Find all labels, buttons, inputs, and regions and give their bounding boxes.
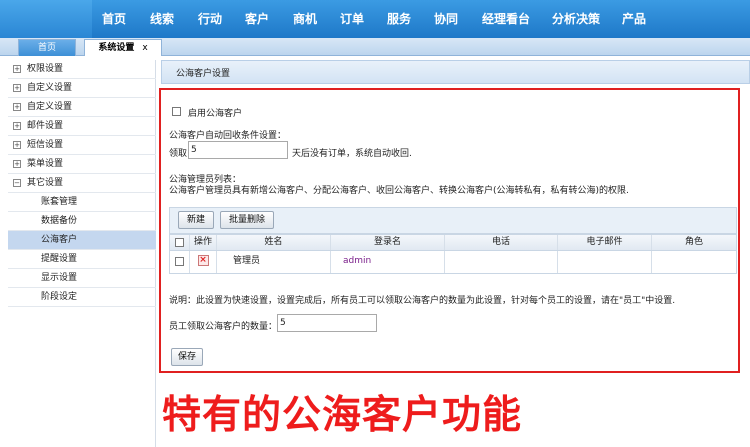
sidebar-subitem-label: 显示设置 <box>41 273 78 283</box>
expand-icon[interactable]: + <box>13 65 21 73</box>
quota-input[interactable]: 5 <box>277 314 377 332</box>
sidebar-item-custom-settings-1[interactable]: + 自定义设置 <box>8 79 156 98</box>
sidebar-item-label: 自定义设置 <box>27 102 73 112</box>
expand-icon[interactable]: + <box>13 141 21 149</box>
sidebar-item-sms-settings[interactable]: + 短信设置 <box>8 136 156 155</box>
sidebar-subitem-public-customers[interactable]: 公海客户 <box>8 231 156 250</box>
nav-item-service[interactable]: 服务 <box>387 0 411 38</box>
column-header-role[interactable]: 角色 <box>652 235 736 250</box>
nav-item-orders[interactable]: 订单 <box>340 0 364 38</box>
row-action-cell: × <box>190 251 217 273</box>
cell-phone <box>445 251 558 273</box>
batch-delete-button[interactable]: 批量删除 <box>220 211 274 229</box>
tab-close-icon[interactable]: x <box>142 43 147 53</box>
sidebar-item-label: 权限设置 <box>27 64 64 74</box>
admin-table: 操作 姓名 登录名 电话 电子邮件 角色 × 管理员 admin <box>169 234 737 274</box>
nav-item-actions[interactable]: 行动 <box>198 0 222 38</box>
sidebar-subitem-label: 提醒设置 <box>41 254 78 264</box>
sidebar-subitem-label: 阶段设定 <box>41 292 78 302</box>
cell-email <box>558 251 652 273</box>
sidebar-subitem-display[interactable]: 显示设置 <box>8 269 156 288</box>
column-header-phone[interactable]: 电话 <box>445 235 558 250</box>
feature-caption: 特有的公海客户功能 <box>162 393 523 438</box>
sidebar-subitem-stages[interactable]: 阶段设定 <box>8 288 156 307</box>
expand-icon[interactable]: + <box>13 84 21 92</box>
sidebar-item-label: 其它设置 <box>27 178 64 188</box>
sidebar-subitem-label: 账套管理 <box>41 197 78 207</box>
nav-item-opportunities[interactable]: 商机 <box>293 0 317 38</box>
sidebar-item-menu-settings[interactable]: + 菜单设置 <box>8 155 156 174</box>
nav-item-collaboration[interactable]: 协同 <box>434 0 458 38</box>
receive-label: 领取 <box>169 149 188 159</box>
sidebar: + 权限设置 + 自定义设置 + 自定义设置 + 邮件设置 + 短信设置 + 菜… <box>8 60 156 447</box>
quota-label: 员工领取公海客户的数量： <box>169 322 278 332</box>
save-button[interactable]: 保存 <box>171 348 203 366</box>
column-header-name[interactable]: 姓名 <box>217 235 331 250</box>
receive-days-input[interactable]: 5 <box>188 141 288 159</box>
top-navigation: 首页 线索 行动 客户 商机 订单 服务 协同 经理看台 分析决策 产品 <box>0 0 750 38</box>
tab-bar: 首页 系统设置 x <box>0 38 750 56</box>
nav-item-home[interactable]: 首页 <box>102 0 126 38</box>
sidebar-item-label: 菜单设置 <box>27 159 64 169</box>
tab-home[interactable]: 首页 <box>18 39 76 56</box>
column-header-email[interactable]: 电子邮件 <box>558 235 652 250</box>
select-all-cell <box>170 235 190 250</box>
row-select-cell <box>170 251 190 273</box>
row-checkbox[interactable] <box>175 257 184 266</box>
column-header-login[interactable]: 登录名 <box>331 235 445 250</box>
receive-days-suffix: 天后没有订单，系统自动收回. <box>292 149 412 159</box>
sidebar-subitem-reminders[interactable]: 提醒设置 <box>8 250 156 269</box>
nav-item-manager-dashboard[interactable]: 经理看台 <box>482 0 530 38</box>
table-header: 操作 姓名 登录名 电话 电子邮件 角色 <box>170 235 736 251</box>
grid-toolbar: 新建 批量删除 <box>169 207 737 234</box>
enable-public-customers-label: 启用公海客户 <box>188 109 243 119</box>
column-header-action: 操作 <box>190 235 217 250</box>
nav-item-products[interactable]: 产品 <box>622 0 646 38</box>
select-all-checkbox[interactable] <box>175 238 184 247</box>
sidebar-subitem-accounts[interactable]: 账套管理 <box>8 193 156 212</box>
sidebar-item-mail-settings[interactable]: + 邮件设置 <box>8 117 156 136</box>
expand-icon[interactable]: + <box>13 160 21 168</box>
delete-icon[interactable]: × <box>197 255 209 266</box>
sidebar-item-label: 短信设置 <box>27 140 64 150</box>
logo-area <box>0 0 92 38</box>
tab-system-settings-label: 系统设置 <box>98 43 135 53</box>
new-button[interactable]: 新建 <box>178 211 214 229</box>
cell-name: 管理员 <box>217 251 331 273</box>
expand-icon[interactable]: + <box>13 122 21 130</box>
settings-form: 启用公海客户 公海客户自动回收条件设置： 领取 5 天后没有订单，系统自动收回.… <box>161 90 738 371</box>
cell-role <box>652 251 736 273</box>
expand-icon[interactable]: + <box>13 103 21 111</box>
enable-public-customers-checkbox[interactable] <box>172 107 181 116</box>
panel-header: 公海客户设置 <box>161 60 750 84</box>
sidebar-subitem-label: 数据备份 <box>41 216 78 226</box>
nav-item-leads[interactable]: 线索 <box>150 0 174 38</box>
cell-login[interactable]: admin <box>331 251 445 273</box>
sidebar-item-custom-settings-2[interactable]: + 自定义设置 <box>8 98 156 117</box>
sidebar-item-permissions[interactable]: + 权限设置 <box>8 60 156 79</box>
panel-title: 公海客户设置 <box>176 69 231 79</box>
nav-item-analysis[interactable]: 分析决策 <box>552 0 600 38</box>
sidebar-item-label: 邮件设置 <box>27 121 64 131</box>
tab-system-settings[interactable]: 系统设置 x <box>84 39 162 56</box>
sidebar-subitem-label: 公海客户 <box>41 235 78 245</box>
sidebar-item-other-settings[interactable]: − 其它设置 <box>8 174 156 193</box>
collapse-icon[interactable]: − <box>13 179 21 187</box>
admin-list-description: 公海客户管理员具有新增公海客户、分配公海客户、收回公海客户、转换公海客户(公海转… <box>169 186 629 196</box>
nav-item-customers[interactable]: 客户 <box>245 0 269 38</box>
table-row[interactable]: × 管理员 admin <box>170 251 736 273</box>
sidebar-subitem-backup[interactable]: 数据备份 <box>8 212 156 231</box>
auto-recycle-title: 公海客户自动回收条件设置： <box>169 131 287 141</box>
settings-note: 说明：此设置为快速设置，设置完成后，所有员工可以领取公海客户的数量为此设置，针对… <box>169 296 676 306</box>
sidebar-item-label: 自定义设置 <box>27 83 73 93</box>
